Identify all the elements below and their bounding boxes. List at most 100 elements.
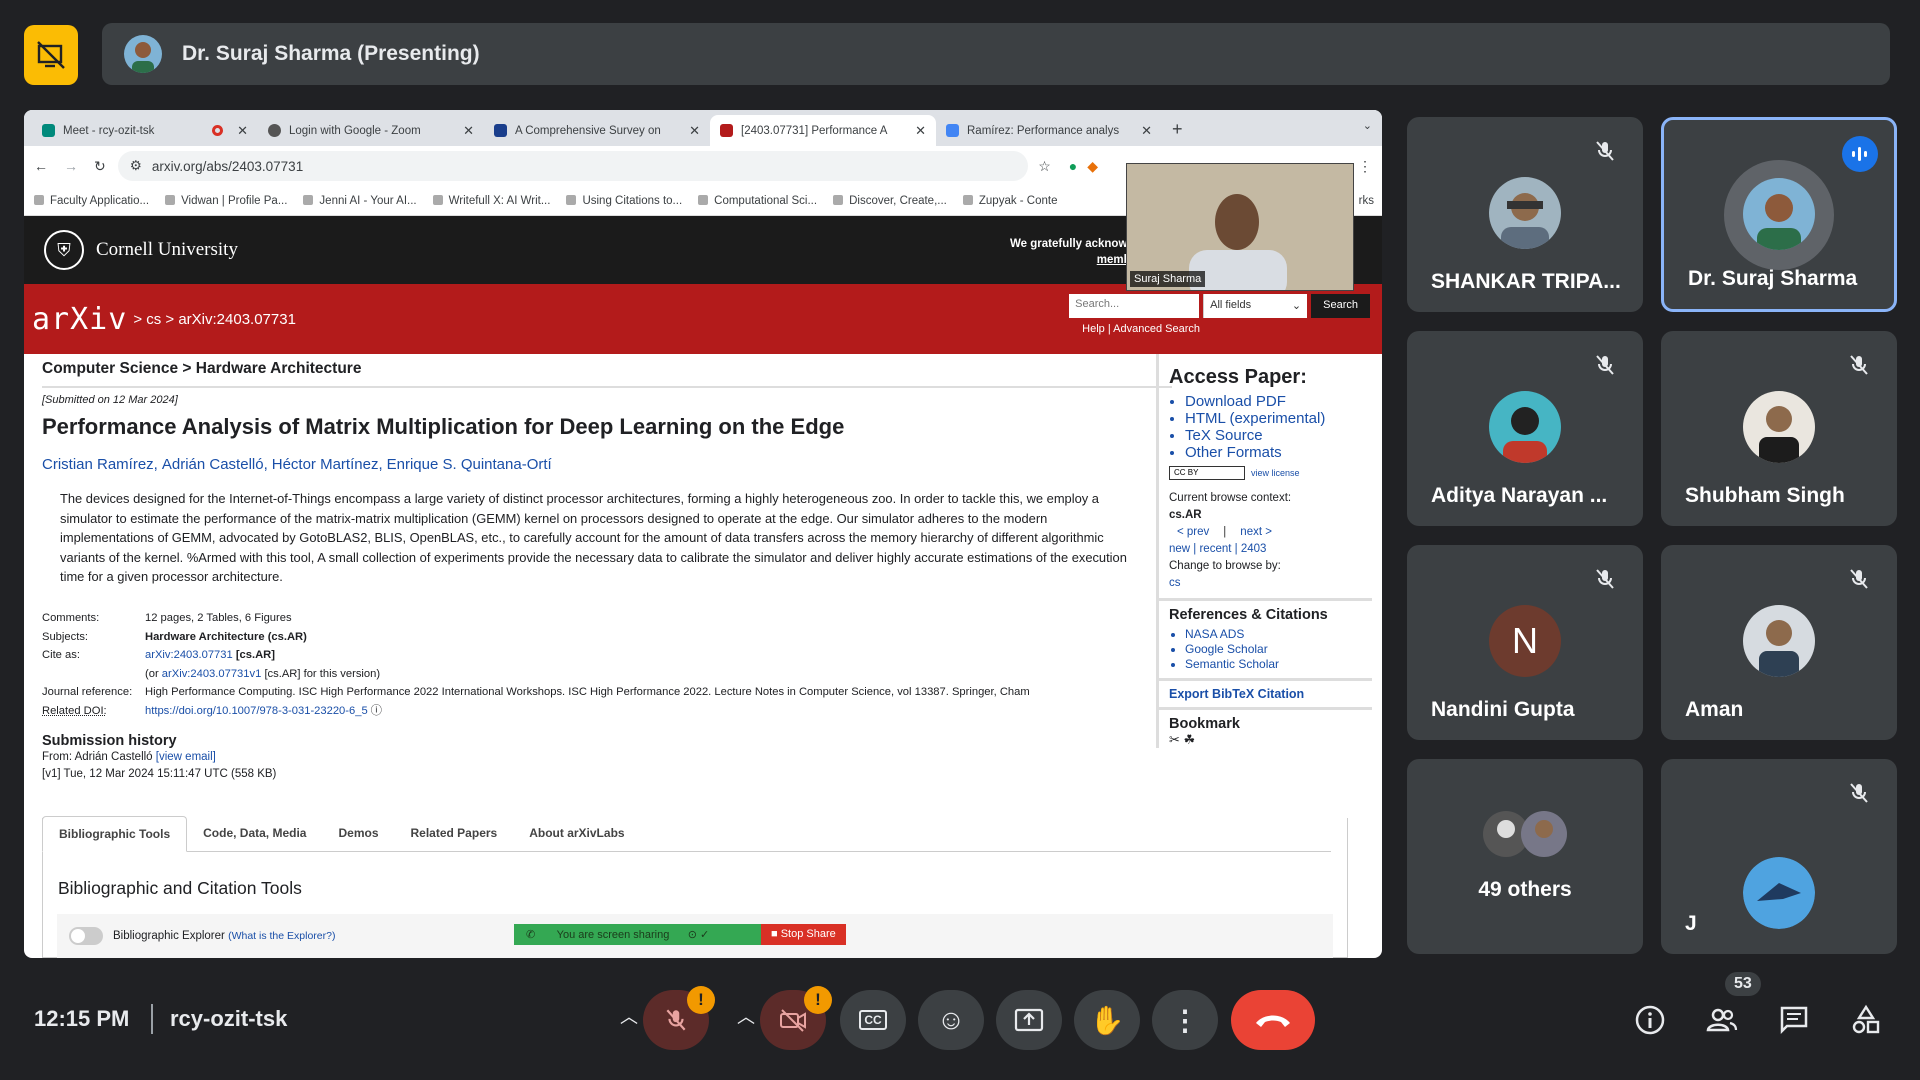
- camera-button[interactable]: !: [760, 986, 832, 1050]
- back-icon[interactable]: ←: [34, 158, 48, 174]
- search-help-links[interactable]: Help | Advanced Search: [1082, 323, 1200, 335]
- html-link[interactable]: HTML (experimental): [1185, 410, 1372, 427]
- presenter-name: Dr. Suraj Sharma (Presenting): [182, 42, 480, 65]
- close-tab-icon[interactable]: ✕: [463, 123, 474, 139]
- extension-icon[interactable]: ◆: [1087, 158, 1098, 175]
- browser-tab[interactable]: Ramírez: Performance analys ✕: [936, 115, 1162, 146]
- prev-link[interactable]: < prev: [1177, 526, 1209, 538]
- tab-about-arxivlabs[interactable]: About arXivLabs: [513, 816, 641, 852]
- info-icon[interactable]: ⓘ: [371, 702, 382, 721]
- license-badge[interactable]: CC BY: [1169, 466, 1245, 480]
- view-email-link[interactable]: [view email]: [156, 751, 216, 763]
- cite-version-link[interactable]: arXiv:2403.07731v1: [162, 665, 262, 684]
- search-field-select[interactable]: All fields ⌄: [1203, 294, 1308, 318]
- participant-tile[interactable]: Aditya Narayan ...: [1407, 331, 1643, 526]
- search-input[interactable]: Search...: [1069, 294, 1200, 318]
- bookmark-item[interactable]: Computational Sci...: [698, 195, 817, 207]
- close-tab-icon[interactable]: ✕: [689, 123, 700, 139]
- acknowledgement: We gratefully acknowle membe: [1010, 236, 1137, 268]
- bookmark-item[interactable]: Writefull X: AI Writ...: [433, 195, 551, 207]
- explorer-help-link[interactable]: (What is the Explorer?): [228, 930, 335, 942]
- new-tab-icon[interactable]: +: [1162, 119, 1193, 146]
- participant-tile[interactable]: N Nandini Gupta: [1407, 545, 1643, 740]
- participant-tile[interactable]: Aman: [1661, 545, 1897, 740]
- author-link[interactable]: Adrián Castelló,: [162, 456, 268, 473]
- tab-search-icon[interactable]: ⌄: [1363, 119, 1372, 132]
- bookmark-item[interactable]: Using Citations to...: [566, 195, 682, 207]
- bookmark-item[interactable]: rks: [1359, 195, 1382, 207]
- end-call-button[interactable]: [1231, 990, 1315, 1050]
- institution-name[interactable]: Cornell University: [96, 239, 238, 261]
- more-options-button[interactable]: ⋮: [1152, 990, 1218, 1050]
- participant-avatar: [1743, 178, 1815, 250]
- nasa-ads-link[interactable]: NASA ADS: [1185, 627, 1372, 642]
- tab-bibliographic-tools[interactable]: Bibliographic Tools: [42, 816, 188, 852]
- participant-tile[interactable]: J: [1661, 759, 1897, 954]
- meta-value: [cs.AR]: [235, 649, 275, 662]
- browser-tab[interactable]: Meet - rcy-ozit-tsk ✕: [32, 115, 258, 146]
- bookmark-item[interactable]: Faculty Applicatio...: [34, 195, 149, 207]
- activities-icon[interactable]: [1850, 1004, 1882, 1036]
- close-tab-icon[interactable]: ✕: [1141, 123, 1152, 139]
- tab-code-data-media[interactable]: Code, Data, Media: [187, 816, 323, 852]
- author-link[interactable]: Enrique S. Quintana-Ortí: [387, 456, 552, 473]
- menu-icon[interactable]: ⋮: [1358, 158, 1372, 175]
- url-text: arxiv.org/abs/2403.07731: [151, 158, 304, 174]
- arxiv-logo[interactable]: arXiv: [32, 302, 127, 337]
- ack-link[interactable]: membe: [1010, 252, 1137, 268]
- tab-related-papers[interactable]: Related Papers: [394, 816, 514, 852]
- participant-tile-speaking[interactable]: Dr. Suraj Sharma: [1661, 117, 1897, 312]
- bookmark-icons[interactable]: ✂ ☘: [1169, 732, 1372, 748]
- close-tab-icon[interactable]: ✕: [915, 123, 926, 139]
- next-link[interactable]: next >: [1240, 526, 1272, 538]
- captions-button[interactable]: CC: [840, 990, 906, 1050]
- forward-icon[interactable]: →: [64, 158, 78, 174]
- breadcrumb[interactable]: > cs > arXiv:2403.07731: [133, 311, 296, 328]
- microphone-button[interactable]: !: [643, 986, 715, 1050]
- semantic-scholar-link[interactable]: Semantic Scholar: [1185, 657, 1372, 672]
- people-icon[interactable]: [1706, 1004, 1738, 1036]
- bookmark-item[interactable]: Jenni AI - Your AI...: [303, 195, 416, 207]
- url-field[interactable]: ⚙ arxiv.org/abs/2403.07731: [117, 151, 1029, 181]
- browser-tab-active[interactable]: [2403.07731] Performance A ✕: [710, 115, 936, 146]
- others-tile[interactable]: 49 others: [1407, 759, 1643, 954]
- export-bibtex-link[interactable]: Export BibTeX Citation: [1159, 678, 1372, 701]
- participant-tile[interactable]: Shubham Singh: [1661, 331, 1897, 526]
- license-link[interactable]: view license: [1251, 468, 1300, 478]
- bookmark-star-icon[interactable]: ☆: [1038, 158, 1051, 175]
- other-formats-link[interactable]: Other Formats: [1185, 444, 1372, 461]
- share-status-icon: ⊙ ✓: [687, 929, 710, 941]
- raise-hand-button[interactable]: ✋: [1074, 990, 1140, 1050]
- browser-tab[interactable]: Login with Google - Zoom ✕: [258, 115, 484, 146]
- doi-link[interactable]: https://doi.org/10.1007/978-3-031-23220-…: [145, 702, 368, 721]
- bookmark-item[interactable]: Vidwan | Profile Pa...: [165, 195, 287, 207]
- reactions-button[interactable]: ☺: [918, 990, 984, 1050]
- download-pdf-link[interactable]: Download PDF: [1185, 393, 1372, 410]
- bookmark-item[interactable]: Discover, Create,...: [833, 195, 947, 207]
- cite-link[interactable]: arXiv:2403.07731: [145, 646, 233, 665]
- bookmark-item[interactable]: Zupyak - Conte: [963, 195, 1058, 207]
- close-tab-icon[interactable]: ✕: [237, 123, 248, 139]
- google-scholar-link[interactable]: Google Scholar: [1185, 642, 1372, 657]
- site-info-icon[interactable]: ⚙: [130, 158, 142, 174]
- tab-demos[interactable]: Demos: [322, 816, 395, 852]
- browser-tab[interactable]: A Comprehensive Survey on ✕: [484, 115, 710, 146]
- tex-source-link[interactable]: TeX Source: [1185, 427, 1372, 444]
- author-link[interactable]: Cristian Ramírez,: [42, 456, 158, 473]
- search-button[interactable]: Search: [1311, 294, 1370, 318]
- explorer-toggle[interactable]: [69, 927, 103, 945]
- screen-share-banner: ✆ You are screen sharing ⊙ ✓ ■ Stop Shar…: [514, 924, 846, 945]
- new-recent-links[interactable]: new | recent | 2403: [1169, 541, 1372, 558]
- reload-icon[interactable]: ↻: [94, 158, 106, 175]
- author-link[interactable]: Héctor Martínez,: [272, 456, 383, 473]
- chevron-up-icon[interactable]: ︿: [737, 1003, 755, 1029]
- chat-icon[interactable]: [1778, 1004, 1810, 1036]
- chevron-up-icon[interactable]: ︿: [620, 1003, 638, 1029]
- extension-icon[interactable]: ●: [1069, 158, 1077, 174]
- stop-share-button[interactable]: ■ Stop Share: [761, 924, 846, 945]
- arxiv-header: arXiv > cs > arXiv:2403.07731 Search... …: [24, 284, 1382, 354]
- meeting-info-icon[interactable]: [1634, 1004, 1666, 1036]
- participant-tile[interactable]: SHANKAR TRIPA...: [1407, 117, 1643, 312]
- present-button[interactable]: [996, 990, 1062, 1050]
- browse-cs-link[interactable]: cs: [1169, 575, 1372, 592]
